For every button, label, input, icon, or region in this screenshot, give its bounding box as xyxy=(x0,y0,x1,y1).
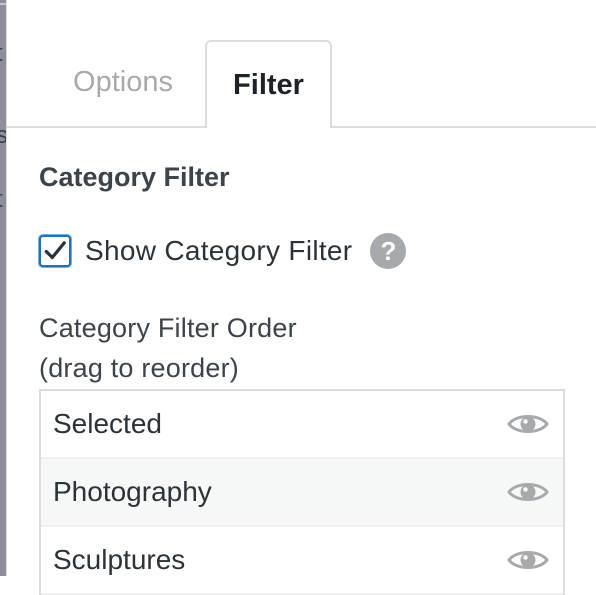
eye-icon[interactable] xyxy=(507,546,549,574)
help-icon[interactable]: ? xyxy=(370,233,407,269)
list-item-label: Photography xyxy=(53,476,212,507)
eye-icon[interactable] xyxy=(507,410,549,438)
category-filter-order-label: Category Filter Order (drag to reorder) xyxy=(39,308,297,388)
list-item[interactable]: Selected xyxy=(41,391,563,459)
list-item-label: Selected xyxy=(53,408,162,439)
order-label-title: Category Filter Order xyxy=(39,313,297,343)
settings-panel: Options Filter Category Filter Show Cate… xyxy=(6,0,596,595)
list-item[interactable]: Photography xyxy=(41,459,563,527)
tab-bar: Options Filter xyxy=(7,40,596,128)
checkmark-icon xyxy=(44,241,66,260)
tab-options[interactable]: Options xyxy=(43,40,203,124)
background-text: t xyxy=(0,186,3,214)
show-category-filter-label[interactable]: Show Category Filter xyxy=(85,235,352,267)
list-item-label: Sculptures xyxy=(53,544,186,575)
category-order-list: Selected Photography Sculptures xyxy=(39,389,565,595)
show-category-filter-checkbox[interactable] xyxy=(39,235,71,267)
eye-icon[interactable] xyxy=(507,478,549,506)
order-label-hint: (drag to reorder) xyxy=(39,353,239,383)
section-title: Category Filter xyxy=(39,162,230,192)
list-item[interactable]: Sculptures xyxy=(41,527,563,595)
background-text: t xyxy=(0,40,3,68)
tab-filter[interactable]: Filter xyxy=(205,40,332,128)
show-category-filter-row: Show Category Filter ? xyxy=(39,230,407,272)
